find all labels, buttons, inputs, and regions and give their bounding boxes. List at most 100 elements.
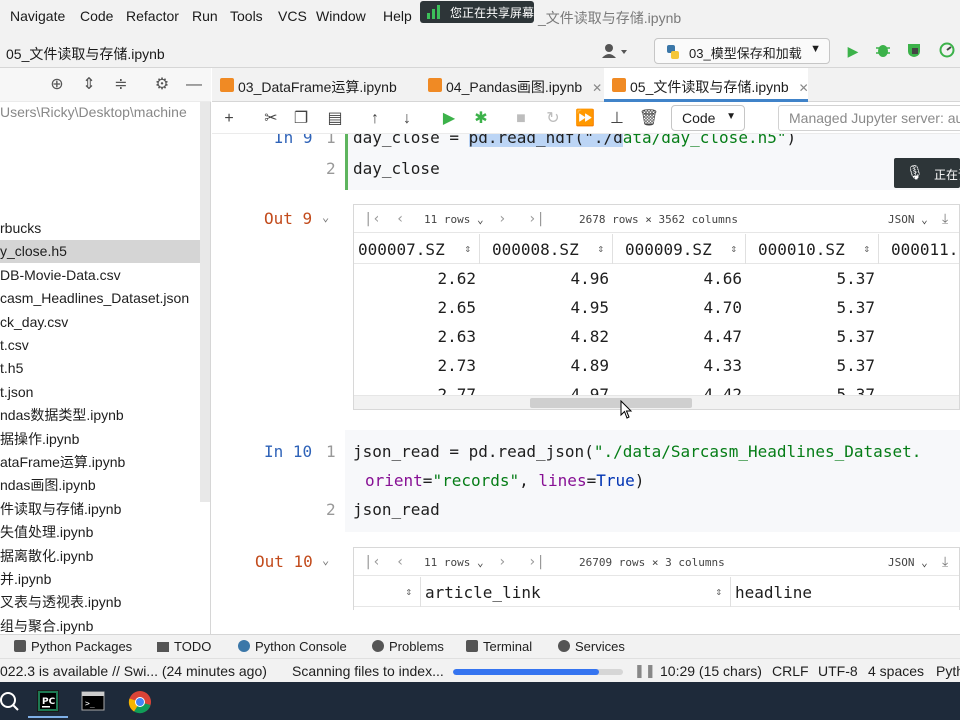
gear-icon[interactable]: ⚙ [152, 75, 172, 95]
debug-icon[interactable] [874, 42, 892, 60]
index-column-header[interactable]: ⇕ [354, 577, 421, 607]
add-cell-icon[interactable]: + [218, 108, 240, 130]
hide-panel-icon[interactable]: — [184, 75, 204, 95]
download-icon[interactable]: ⤓ [942, 554, 948, 570]
project-tree-item[interactable]: DB-Movie-Data.csv [0, 264, 210, 287]
scrollbar-thumb[interactable] [530, 398, 692, 408]
tool-todo[interactable]: TODO [157, 639, 211, 654]
project-tree-item[interactable]: rbucks [0, 217, 210, 240]
first-page-icon[interactable]: |‹ [364, 554, 381, 570]
tool-services[interactable]: Services [558, 639, 625, 654]
project-tree-item[interactable]: ndas画图.ipynb [0, 474, 210, 497]
next-page-icon[interactable]: › [498, 554, 506, 570]
menu-run[interactable]: Run [192, 8, 218, 24]
run-cell-icon[interactable]: ▶ [438, 108, 460, 130]
project-tree-item[interactable]: y_close.h5 [0, 240, 210, 264]
tab-file-io[interactable]: 05_文件读取与存储.ipynb ✕ [604, 68, 809, 102]
breadcrumb[interactable]: 05_文件读取与存储.ipynb [6, 44, 165, 64]
column-header[interactable]: headline [731, 577, 959, 607]
update-notice[interactable]: 022.3 is available // Swi... (24 minutes… [0, 663, 267, 679]
run-all-icon[interactable]: ⏩ [574, 108, 596, 130]
tab-pandas-plot[interactable]: 04_Pandas画图.ipynb ✕ [420, 68, 604, 102]
trash-icon[interactable]: 🗑 [638, 108, 660, 130]
menu-tools[interactable]: Tools [230, 8, 263, 24]
column-header[interactable]: 000010.SZ ⇕ [746, 234, 879, 264]
close-icon[interactable]: ✕ [592, 81, 602, 95]
project-tree-item[interactable]: t.json [0, 381, 210, 404]
column-header[interactable]: 000011. [879, 234, 959, 264]
format-select[interactable]: JSON ⌄ [888, 556, 928, 569]
cell-type-select[interactable]: Code ▼ [671, 105, 745, 131]
horizontal-scrollbar[interactable] [354, 395, 959, 409]
copy-icon[interactable]: ❐ [290, 108, 312, 130]
paste-icon[interactable]: ▤ [324, 108, 346, 130]
screen-share-banner[interactable]: 您正在共享屏幕 [420, 1, 534, 23]
tool-problems[interactable]: Problems [372, 639, 444, 654]
project-tree-item[interactable]: 件读取与存储.ipynb [0, 498, 210, 521]
first-page-icon[interactable]: |‹ [364, 211, 381, 227]
indent-setting[interactable]: 4 spaces [868, 663, 924, 679]
rows-per-page-select[interactable]: 11 rows ⌄ [424, 213, 484, 226]
project-tree-item[interactable]: t.h5 [0, 357, 210, 380]
menu-window[interactable]: Window [316, 8, 366, 24]
coverage-icon[interactable] [905, 42, 923, 60]
taskbar-terminal-icon[interactable]: >_ [73, 686, 113, 718]
taskbar-pycharm-icon[interactable]: PC [28, 686, 68, 718]
column-header[interactable]: article_link ⇕ [421, 577, 731, 607]
prev-page-icon[interactable]: ‹ [396, 211, 404, 227]
project-tree-item[interactable]: 叉表与透视表.ipynb [0, 591, 210, 614]
line-separator[interactable]: CRLF [772, 663, 809, 679]
code-cell-9[interactable]: day_close = pd.read_hdf("./data/day_clos… [345, 134, 960, 190]
project-scrollbar[interactable] [200, 102, 210, 502]
tool-terminal[interactable]: Terminal [466, 639, 532, 654]
move-up-icon[interactable]: ↑ [364, 108, 386, 130]
menu-navigate[interactable]: Navigate [10, 8, 65, 24]
tool-python-console[interactable]: Python Console [238, 639, 347, 654]
file-encoding[interactable]: UTF-8 [818, 663, 858, 679]
project-tree-item[interactable]: 失值处理.ipynb [0, 521, 210, 544]
column-header[interactable]: 000009.SZ ⇕ [613, 234, 746, 264]
profile-icon[interactable] [938, 42, 956, 60]
menu-vcs[interactable]: VCS [278, 8, 307, 24]
tab-dataframe-ops[interactable]: 03_DataFrame运算.ipynb [212, 68, 418, 102]
screen-share-overlay[interactable]: 🎙 正在讲 [894, 158, 960, 188]
collapse-output-icon[interactable]: ⌄ [322, 210, 329, 224]
code-cell-10[interactable]: json_read = pd.read_json("./data/Sarcasm… [345, 430, 960, 532]
collapse-output-icon[interactable]: ⌄ [322, 553, 329, 567]
debug-cell-icon[interactable]: ✱ [470, 108, 492, 130]
stop-icon[interactable]: ■ [510, 108, 532, 130]
restart-icon[interactable]: ↻ [542, 108, 564, 130]
project-tree-item[interactable]: ndas数据类型.ipynb [0, 404, 210, 427]
project-tree-item[interactable]: 据操作.ipynb [0, 428, 210, 451]
project-tree-item[interactable]: ck_day.csv [0, 311, 210, 334]
locate-icon[interactable]: ⊕ [47, 75, 67, 95]
cut-icon[interactable]: ✂ [260, 108, 282, 130]
format-select[interactable]: JSON ⌄ [888, 213, 928, 226]
taskbar-chrome-icon[interactable] [120, 686, 160, 718]
last-page-icon[interactable]: ›| [528, 554, 545, 570]
download-icon[interactable]: ⤓ [942, 211, 948, 227]
next-page-icon[interactable]: › [498, 211, 506, 227]
project-tree-item[interactable]: 并.ipynb [0, 568, 210, 591]
last-page-icon[interactable]: ›| [528, 211, 545, 227]
menu-code[interactable]: Code [80, 8, 113, 24]
interpreter-status[interactable]: Pyth [936, 663, 960, 679]
caret-position[interactable]: 10:29 (15 chars) [660, 663, 762, 679]
collapse-all-icon[interactable]: ≑ [111, 75, 131, 95]
project-tree-item[interactable]: casm_Headlines_Dataset.json [0, 287, 210, 310]
column-header[interactable]: 000008.SZ ⇕ [480, 234, 613, 264]
user-icon[interactable] [600, 42, 630, 60]
rows-per-page-select[interactable]: 11 rows ⌄ [424, 556, 484, 569]
column-header[interactable]: 000007.SZ ⇕ [354, 234, 480, 264]
expand-all-icon[interactable]: ⇕ [79, 75, 99, 95]
clear-outputs-icon[interactable]: ⊥ [606, 108, 628, 130]
menu-refactor[interactable]: Refactor [126, 8, 179, 24]
jupyter-server-selector[interactable]: Managed Jupyter server: au [778, 105, 960, 131]
run-icon[interactable]: ▶ [844, 42, 862, 60]
project-tree-item[interactable]: t.csv [0, 334, 210, 357]
project-tree-item[interactable]: ataFrame运算.ipynb [0, 451, 210, 474]
run-config-select[interactable]: 03_模型保存和加载 ▼ [654, 38, 830, 64]
menu-help[interactable]: Help [383, 8, 412, 24]
project-tree-item[interactable]: 据离散化.ipynb [0, 545, 210, 568]
pause-icon[interactable]: ❚❚ [634, 663, 656, 679]
